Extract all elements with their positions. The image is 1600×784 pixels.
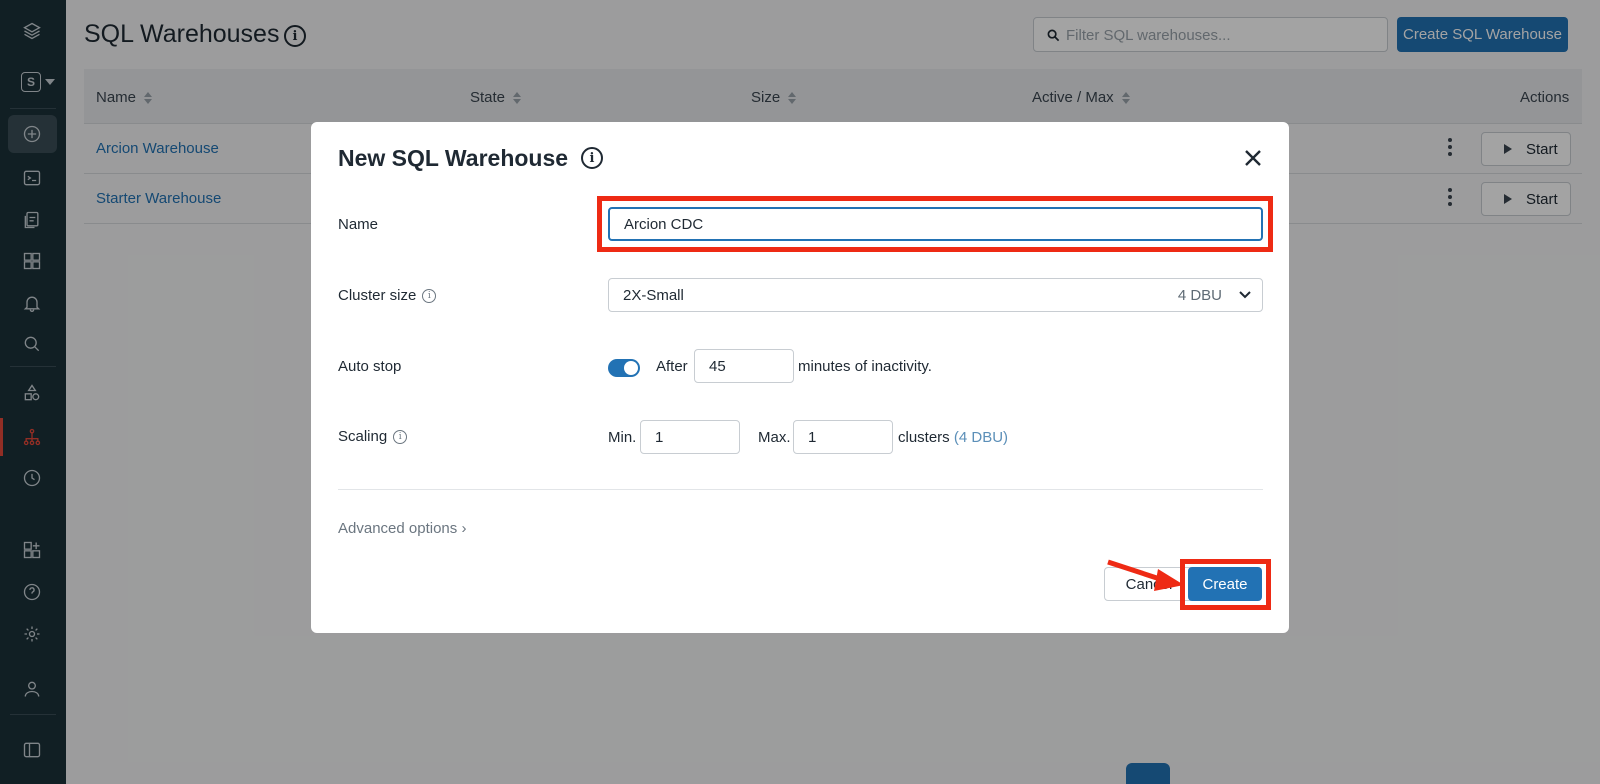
cluster-size-select[interactable]: 2X-Small 4 DBU xyxy=(608,278,1263,312)
min-label: Min. xyxy=(608,429,637,446)
annotation-highlight-box xyxy=(1180,559,1271,610)
chevron-down-icon xyxy=(1239,291,1251,299)
name-label: Name xyxy=(338,216,379,233)
info-icon[interactable]: i xyxy=(581,147,603,169)
scaling-label: Scaling i xyxy=(338,428,408,445)
max-label: Max. xyxy=(758,429,791,446)
cluster-size-label: Cluster size i xyxy=(338,287,437,304)
auto-stop-minutes-input[interactable]: 45 xyxy=(694,349,794,383)
cluster-size-label-text: Cluster size xyxy=(338,287,417,304)
min-clusters-input[interactable]: 1 xyxy=(640,420,740,454)
auto-stop-toggle[interactable] xyxy=(608,359,640,377)
close-icon[interactable] xyxy=(1243,148,1263,168)
auto-stop-label: Auto stop xyxy=(338,358,402,375)
dialog-divider xyxy=(338,489,1263,490)
cluster-size-dbu: 4 DBU xyxy=(1177,287,1222,304)
advanced-options-label: Advanced options xyxy=(338,520,458,537)
advanced-options-toggle[interactable]: Advanced options › xyxy=(338,520,466,537)
annotation-arrow-icon xyxy=(1107,559,1184,591)
scaling-label-text: Scaling xyxy=(338,428,388,445)
max-clusters-input[interactable]: 1 xyxy=(793,420,893,454)
info-icon[interactable]: i xyxy=(422,289,437,304)
clusters-dbu: (4 DBU) xyxy=(953,429,1009,446)
minutes-suffix: minutes of inactivity. xyxy=(798,358,932,375)
cluster-size-value: 2X-Small xyxy=(623,286,684,304)
new-sql-warehouse-dialog: New SQL Warehouse i Name Arcion CDC Clus… xyxy=(311,122,1289,633)
clusters-label: clusters (4 DBU) xyxy=(898,429,1008,446)
info-icon[interactable]: i xyxy=(393,430,408,445)
after-label: After xyxy=(656,358,688,375)
dialog-title: New SQL Warehouse xyxy=(338,145,569,171)
warehouse-name-input[interactable]: Arcion CDC xyxy=(608,207,1263,241)
chevron-right-icon: › xyxy=(461,520,467,537)
clusters-text: clusters xyxy=(898,429,950,446)
